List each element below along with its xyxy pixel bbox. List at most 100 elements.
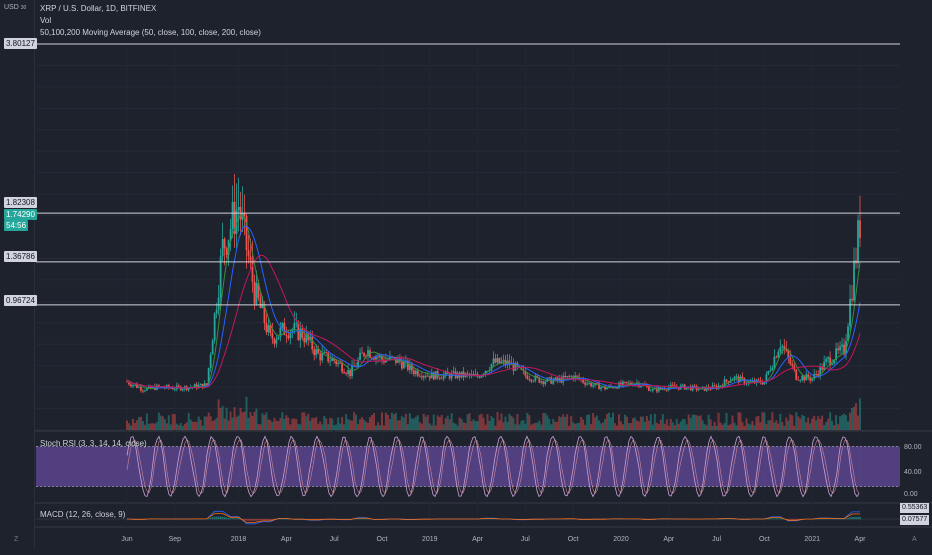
macd-histogram-bar (216, 517, 218, 520)
volume-bar (351, 421, 353, 430)
volume-bar (522, 420, 524, 430)
current-price-tag: 1.74290 (4, 209, 37, 220)
volume-bar (355, 415, 357, 430)
volume-bar (616, 425, 618, 430)
macd-histogram-bar (262, 519, 264, 520)
candle-body (419, 376, 421, 377)
candle-body (174, 389, 176, 390)
candle-body (281, 323, 283, 328)
candle-body (132, 385, 134, 386)
candle-body (313, 349, 315, 355)
volume-bar (702, 420, 704, 430)
volume-bar (564, 417, 566, 430)
candle-body (528, 379, 530, 380)
volume-bar (491, 416, 493, 430)
candle-body (542, 381, 544, 384)
zoom-corner-left[interactable]: Z (14, 536, 18, 543)
chart-canvas[interactable]: 3.400003.200003.000002.800002.600002.400… (0, 0, 932, 550)
candle-body (503, 360, 505, 362)
time-tick-label: Jul (521, 536, 530, 543)
candle-body (530, 380, 532, 382)
macd-histogram-bar (827, 519, 829, 520)
volume-bar (777, 424, 779, 430)
volume-bar (600, 423, 602, 430)
volume-bar (518, 424, 520, 430)
candle-body (761, 383, 763, 384)
volume-bar (817, 416, 819, 430)
volume-bar (234, 407, 236, 430)
candle-body (315, 349, 317, 355)
currency-label[interactable]: USD 30 (4, 4, 26, 11)
volume-bar (489, 421, 491, 430)
macd-histogram-bar (208, 518, 210, 519)
candle-body (596, 383, 598, 384)
candle-body (303, 338, 305, 343)
volume-bar (285, 415, 287, 430)
volume-bar (467, 414, 469, 430)
stoch-tick-0: 0.00 (904, 491, 918, 498)
auto-scale-toggle[interactable]: A (912, 536, 917, 543)
candle-body (576, 376, 578, 377)
macd-histogram-bar (258, 519, 260, 520)
volume-bar (686, 424, 688, 430)
volume-bar (327, 424, 329, 430)
volume-bar (178, 425, 180, 430)
volume-bar (642, 417, 644, 430)
candle-body (272, 333, 274, 339)
currency-code: USD (4, 4, 19, 11)
volume-bar (674, 425, 676, 430)
volume-bar (461, 419, 463, 430)
ma-200-line (127, 255, 860, 388)
candle-body (142, 391, 144, 392)
volume-bar (485, 425, 487, 430)
volume-bar (672, 422, 674, 430)
volume-bar (170, 424, 172, 430)
candle-body (590, 383, 592, 386)
macd-histogram-bar (780, 518, 782, 519)
volume-bar (487, 414, 489, 430)
volume-bar (255, 409, 257, 430)
volume-bar (453, 423, 455, 430)
time-tick-label: 2020 (613, 536, 629, 543)
candle-body (343, 372, 345, 373)
volume-bar (692, 415, 694, 430)
volume-bar (722, 425, 724, 430)
volume-bar (656, 423, 658, 430)
chart-stage[interactable]: 3.400003.200003.000002.800002.600002.400… (0, 0, 932, 550)
volume-bar (590, 424, 592, 430)
volume-bar (690, 418, 692, 430)
volume-bar (560, 417, 562, 430)
candle-body (325, 352, 327, 353)
volume-bar (562, 414, 564, 430)
volume-bar (357, 424, 359, 430)
volume-bar (634, 417, 636, 430)
volume-bar (174, 414, 176, 430)
volume-bar (516, 414, 518, 430)
candle-body (600, 387, 602, 389)
volume-bar (606, 414, 608, 430)
candle-body (791, 364, 793, 366)
candle-body (827, 357, 829, 359)
volume-bar (847, 421, 849, 430)
volume-bar (724, 423, 726, 430)
volume-bar (323, 416, 325, 430)
volume-bar (160, 416, 162, 430)
candle-body (831, 364, 833, 365)
candle-body (311, 337, 313, 350)
macd-histogram-bar (791, 519, 793, 520)
volume-bar (803, 416, 805, 430)
volume-bar (341, 417, 343, 430)
volume-bar (636, 421, 638, 430)
volume-bar (222, 406, 224, 430)
volume-bar (602, 423, 604, 430)
volume-bar (628, 423, 630, 430)
candle-body (323, 352, 325, 353)
volume-bar (743, 426, 745, 430)
volume-bar (389, 419, 391, 430)
candle-body (809, 378, 811, 380)
macd-histogram-bar (256, 519, 258, 521)
macd-histogram-bar (238, 518, 240, 519)
macd-histogram-bar (230, 518, 232, 519)
volume-bar (791, 415, 793, 430)
candle-body (734, 377, 736, 379)
